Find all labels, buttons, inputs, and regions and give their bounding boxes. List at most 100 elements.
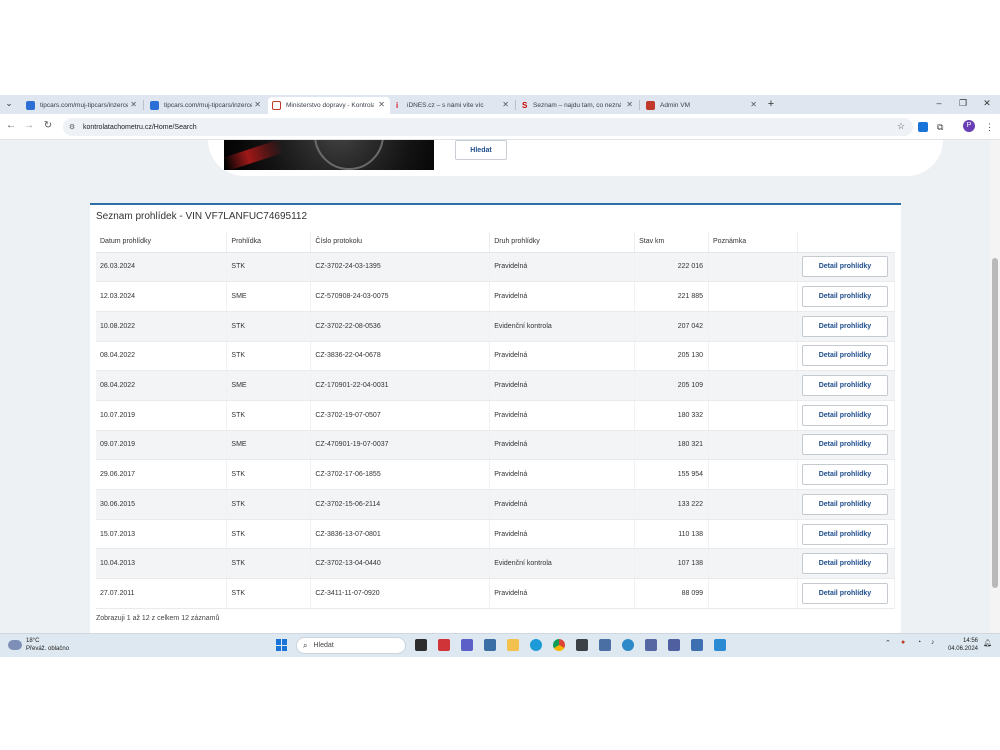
cloudy-weather-icon	[8, 640, 22, 650]
cell-date: 08.04.2022	[96, 341, 228, 372]
inspections-table: Datum prohlídky Prohlídka Číslo protokol…	[96, 232, 896, 609]
tab-ministerstvo-dopravy[interactable]: Ministerstvo dopravy - Kontrola ✕	[268, 97, 390, 114]
extension-icon[interactable]	[918, 122, 928, 132]
cell-note	[708, 548, 798, 580]
store-icon[interactable]	[484, 639, 496, 651]
tab-tipcars-2[interactable]: tipcars.com/muj-tipcars/inzerce ✕	[146, 97, 266, 114]
task-view-icon[interactable]	[415, 639, 427, 651]
chrome-icon[interactable]	[553, 639, 565, 651]
tray-app-icon[interactable]: ●	[901, 639, 905, 646]
tab-title: tipcars.com/muj-tipcars/inzerce	[164, 102, 252, 109]
detail-button[interactable]: Detail prohlídky	[801, 375, 888, 397]
app-network-icon[interactable]	[599, 639, 611, 651]
forward-button[interactable]: →	[22, 120, 36, 131]
tab-close-icon[interactable]: ✕	[750, 100, 757, 109]
table-row: 30.06.2015 STK CZ-3702-15-06-2114 Pravid…	[96, 489, 896, 520]
cell-km: 221 885	[634, 281, 710, 312]
tab-close-icon[interactable]: ✕	[130, 100, 137, 109]
start-button[interactable]	[276, 639, 288, 651]
tab-tipcars-1[interactable]: tipcars.com/muj-tipcars/inzerce ✕	[22, 97, 142, 114]
cell-kind: Pravidelná	[489, 459, 636, 490]
profile-avatar[interactable]: P	[963, 120, 975, 132]
tab-close-icon[interactable]: ✕	[254, 100, 261, 109]
tab-close-icon[interactable]: ✕	[502, 100, 509, 109]
tab-title: iDNES.cz – s námi víte víc	[407, 102, 484, 109]
tray-chevron-icon[interactable]: ⌃	[885, 639, 891, 647]
detail-button[interactable]: Detail prohlídky	[801, 582, 888, 604]
detail-button[interactable]: Detail prohlídky	[801, 434, 888, 456]
site-info-icon[interactable]: ⚙	[67, 123, 77, 131]
detail-button[interactable]: Detail prohlídky	[801, 493, 888, 515]
edge-icon[interactable]	[530, 639, 542, 651]
detail-button[interactable]: Detail prohlídky	[801, 286, 888, 308]
detail-button[interactable]: Detail prohlídky	[801, 345, 888, 367]
volume-icon[interactable]: ♪	[931, 639, 935, 646]
scrollbar-thumb[interactable]	[992, 258, 998, 588]
extensions-puzzle-icon[interactable]: ⧉	[937, 122, 943, 133]
table-row: 26.03.2024 STK CZ-3702-24-03-1395 Pravid…	[96, 252, 896, 283]
page-scrollbar[interactable]	[990, 140, 1000, 633]
desktop-screen: ⌄ tipcars.com/muj-tipcars/inzerce ✕ tipc…	[0, 95, 1000, 657]
tab-search-chevron-icon[interactable]: ⌄	[2, 98, 16, 109]
app-grid-icon[interactable]	[645, 639, 657, 651]
tab-seznam[interactable]: S Seznam – najdu tam, co neznám ✕	[518, 97, 638, 114]
cell-date: 27.07.2011	[96, 578, 228, 609]
tab-idnes[interactable]: i iDNES.cz – s námi víte víc ✕	[392, 97, 514, 114]
app-sync-icon[interactable]	[622, 639, 634, 651]
app-game-icon[interactable]	[576, 639, 588, 651]
column-header-date[interactable]: Datum prohlídky	[96, 232, 228, 253]
menu-kebab-icon[interactable]: ⋮	[985, 122, 994, 133]
column-header-protocol[interactable]: Číslo protokolu	[310, 232, 491, 253]
teams-icon[interactable]	[461, 639, 473, 651]
column-header-inspection[interactable]: Prohlídka	[226, 232, 312, 253]
detail-button[interactable]: Detail prohlídky	[801, 464, 888, 486]
restore-button[interactable]: ❐	[956, 98, 970, 109]
back-button[interactable]: ←	[4, 120, 18, 131]
clock-time: 14:56	[962, 638, 978, 644]
detail-button[interactable]: Detail prohlídky	[801, 553, 888, 575]
weather-widget[interactable]: 18°C Převáž. oblačno	[8, 637, 69, 653]
page-viewport: Hledat Seznam prohlídek - VIN VF7LANFUC7…	[0, 140, 990, 633]
detail-button[interactable]: Detail prohlídky	[801, 404, 888, 426]
cell-km: 155 954	[634, 459, 710, 490]
tab-admin-vm[interactable]: Admin VM ✕	[642, 97, 762, 114]
notifications-bell-icon[interactable]: 🔔︎	[983, 639, 992, 647]
taskbar-search[interactable]: ⌕ Hledat	[296, 637, 406, 654]
app-grid2-icon[interactable]	[668, 639, 680, 651]
cell-protocol: CZ-3836-13-07-0801	[310, 519, 491, 550]
cell-note	[708, 370, 798, 401]
address-bar[interactable]: ⚙ kontrolatachometru.cz/Home/Search ☆	[63, 118, 913, 136]
minimize-button[interactable]: –	[932, 98, 946, 108]
reload-button[interactable]: ↻	[41, 120, 55, 131]
column-header-note[interactable]: Poznámka	[708, 232, 798, 253]
tab-title: tipcars.com/muj-tipcars/inzerce	[40, 102, 128, 109]
cell-action: Detail prohlídky	[797, 370, 896, 401]
browser-tab-strip: ⌄ tipcars.com/muj-tipcars/inzerce ✕ tipc…	[0, 95, 1000, 114]
column-header-km[interactable]: Stav km	[634, 232, 710, 253]
detail-button[interactable]: Detail prohlídky	[801, 256, 888, 278]
detail-button[interactable]: Detail prohlídky	[801, 315, 888, 337]
app-red-icon[interactable]	[438, 639, 450, 651]
column-header-actions	[797, 232, 895, 253]
new-tab-button[interactable]: +	[764, 98, 778, 110]
close-window-button[interactable]: ✕	[980, 98, 994, 109]
tab-close-icon[interactable]: ✕	[626, 100, 633, 109]
app-tools-icon[interactable]	[691, 639, 703, 651]
tab-close-icon[interactable]: ✕	[378, 100, 385, 109]
column-header-kind[interactable]: Druh prohlídky	[489, 232, 636, 253]
bookmark-star-icon[interactable]: ☆	[897, 121, 905, 132]
cell-note	[708, 459, 798, 490]
wifi-icon[interactable]: ◔	[917, 639, 921, 646]
search-button[interactable]: Hledat	[455, 140, 507, 160]
cell-note	[708, 252, 798, 283]
file-explorer-icon[interactable]	[507, 639, 519, 651]
app-outlook-icon[interactable]	[714, 639, 726, 651]
cell-action: Detail prohlídky	[797, 400, 896, 431]
tab-title: Ministerstvo dopravy - Kontrola	[286, 102, 374, 109]
system-clock[interactable]: 14:56 04.06.2024	[944, 637, 978, 653]
cell-kind: Evidenční kontrola	[489, 311, 636, 342]
cell-date: 08.04.2022	[96, 370, 228, 401]
cell-inspection: STK	[226, 489, 312, 520]
detail-button[interactable]: Detail prohlídky	[801, 523, 888, 545]
cell-action: Detail prohlídky	[797, 341, 896, 372]
